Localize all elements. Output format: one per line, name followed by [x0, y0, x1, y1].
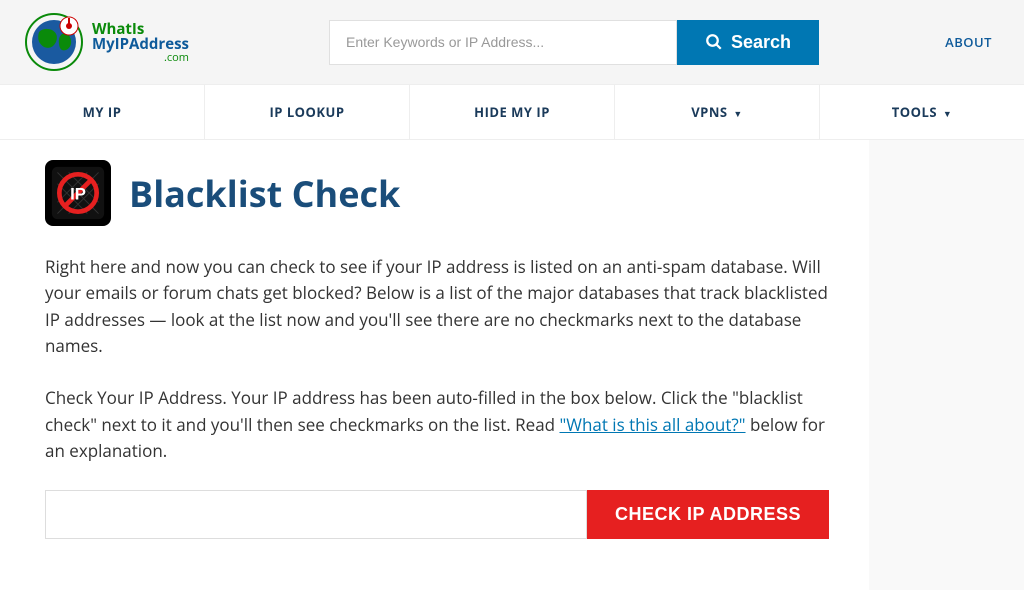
search-icon [705, 33, 723, 51]
nav-vpns[interactable]: VPNS ▼ [615, 85, 820, 139]
search-form: Search [329, 20, 819, 65]
what-is-this-link[interactable]: "What is this all about?" [559, 413, 745, 436]
search-button[interactable]: Search [677, 20, 819, 65]
nav-tools[interactable]: TOOLS ▼ [820, 85, 1024, 139]
intro-paragraph-2: Check Your IP Address. Your IP address h… [45, 385, 829, 464]
navbar: MY IP IP LOOKUP HIDE MY IP VPNS ▼ TOOLS … [0, 84, 1024, 140]
page-title: Blacklist Check [129, 169, 400, 218]
globe-icon [24, 12, 84, 72]
logo[interactable]: WhatIs MyIPAddress .com [24, 12, 189, 72]
nav-ip-lookup[interactable]: IP LOOKUP [205, 85, 410, 139]
check-ip-button[interactable]: CHECK IP ADDRESS [587, 490, 829, 539]
chevron-down-icon: ▼ [731, 107, 743, 120]
nav-my-ip[interactable]: MY IP [0, 85, 205, 139]
nav-hide-my-ip[interactable]: HIDE MY IP [410, 85, 615, 139]
blacklist-icon: IP [45, 160, 111, 226]
content: IP Blacklist Check Right here and now yo… [0, 140, 869, 590]
header: WhatIs MyIPAddress .com Search ABOUT [0, 0, 1024, 84]
page-title-row: IP Blacklist Check [45, 160, 829, 226]
about-link[interactable]: ABOUT [945, 33, 992, 51]
ip-input[interactable] [45, 490, 587, 539]
intro-paragraph-1: Right here and now you can check to see … [45, 254, 829, 359]
check-form: CHECK IP ADDRESS [45, 490, 829, 539]
chevron-down-icon: ▼ [940, 107, 952, 120]
search-input[interactable] [329, 20, 677, 65]
svg-text:IP: IP [70, 185, 86, 204]
main: IP Blacklist Check Right here and now yo… [0, 140, 1024, 590]
logo-text: WhatIs MyIPAddress .com [92, 22, 189, 63]
sidebar [869, 140, 1024, 590]
